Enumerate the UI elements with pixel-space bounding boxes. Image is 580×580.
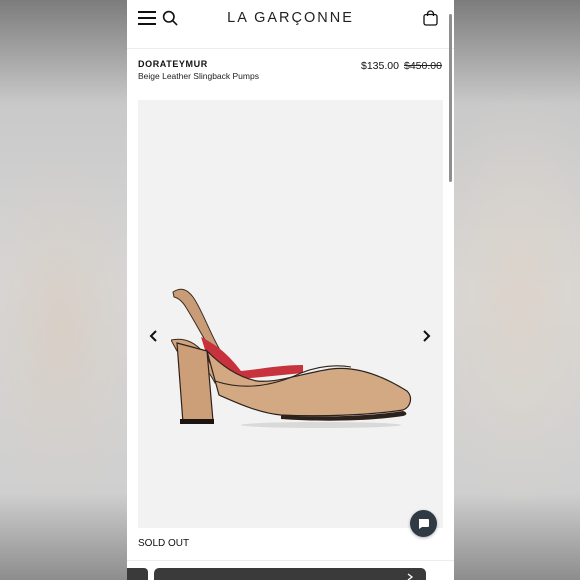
shopping-bag-icon[interactable]: [423, 10, 438, 26]
phone-screen: LA GARÇONNE DORATEYMUR Beige Leather Sli…: [127, 0, 454, 580]
product-name: Beige Leather Slingback Pumps: [138, 71, 259, 81]
product-image-shoe: [171, 288, 412, 428]
page-scrollbar[interactable]: [449, 14, 452, 182]
chevron-right-icon[interactable]: [420, 329, 432, 343]
product-brand[interactable]: DORATEYMUR: [138, 59, 208, 69]
chevron-right-icon: [407, 573, 414, 580]
product-image-gallery[interactable]: [138, 100, 443, 528]
site-header: LA GARÇONNE: [127, 0, 454, 49]
sold-out-label: SOLD OUT: [138, 538, 190, 549]
chevron-left-icon[interactable]: [148, 329, 160, 343]
bottom-primary-button[interactable]: [154, 568, 426, 580]
chat-bubble-icon: [418, 519, 429, 529]
chat-button[interactable]: [410, 510, 437, 537]
divider: [127, 560, 454, 561]
bottom-secondary-button[interactable]: [127, 568, 148, 580]
sale-price: $135.00: [361, 60, 399, 72]
original-price: $450.00: [404, 60, 442, 72]
site-logo[interactable]: LA GARÇONNE: [127, 10, 454, 26]
